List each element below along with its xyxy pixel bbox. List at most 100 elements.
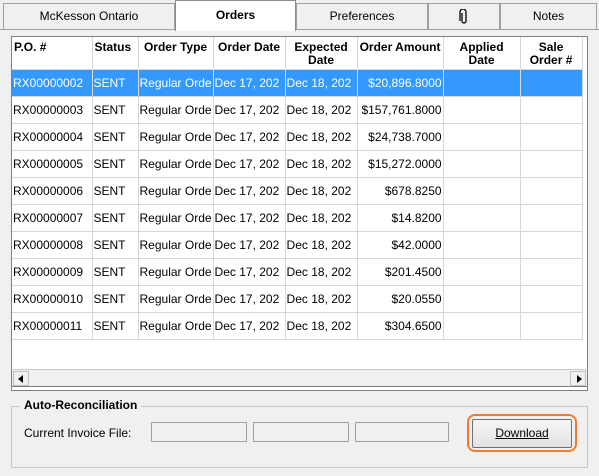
- cell-order-amount: $24,738.7000: [357, 123, 444, 151]
- col-header-expected-date[interactable]: Expected Date: [285, 37, 358, 70]
- cell-applied-date: [443, 285, 521, 313]
- cell-status: SENT: [92, 177, 139, 205]
- cell-sale-order: [520, 177, 583, 205]
- cell-expected-date: Dec 18, 202: [285, 312, 358, 340]
- cell-order-date: Dec 17, 202: [213, 123, 286, 151]
- cell-expected-date: Dec 18, 202: [285, 96, 358, 124]
- col-header-order-amount[interactable]: Order Amount: [357, 37, 444, 70]
- cell-expected-date: Dec 18, 202: [285, 69, 358, 97]
- cell-order-date: Dec 17, 202: [213, 204, 286, 232]
- current-invoice-label: Current Invoice File:: [24, 426, 132, 440]
- cell-order-type: Regular Orde: [138, 123, 214, 151]
- cell-applied-date: [443, 258, 521, 286]
- cell-applied-date: [443, 150, 521, 178]
- cell-order-amount: $304.6500: [357, 312, 444, 340]
- cell-sale-order: [520, 150, 583, 178]
- cell-status: SENT: [92, 258, 139, 286]
- cell-po: RX00000008: [12, 231, 93, 259]
- tab-mckesson-ontario[interactable]: McKesson Ontario: [3, 3, 175, 29]
- table-row[interactable]: RX00000007 SENT Regular Orde Dec 17, 202 Dec…: [12, 204, 583, 232]
- cell-expected-date: Dec 18, 202: [285, 285, 358, 313]
- cell-expected-date: Dec 18, 202: [285, 123, 358, 151]
- tab-preferences[interactable]: Preferences: [296, 3, 428, 29]
- cell-order-type: Regular Orde: [138, 285, 214, 313]
- cell-order-type: Regular Orde: [138, 96, 214, 124]
- tab-divider: [0, 29, 599, 30]
- cell-order-amount: $42.0000: [357, 231, 444, 259]
- col-header-status[interactable]: Status: [92, 37, 139, 70]
- cell-applied-date: [443, 69, 521, 97]
- tab-notes[interactable]: Notes: [500, 3, 597, 29]
- col-header-order-type[interactable]: Order Type: [138, 37, 214, 70]
- cell-expected-date: Dec 18, 202: [285, 150, 358, 178]
- tab-attachments[interactable]: [428, 3, 500, 29]
- table-row[interactable]: RX00000008 SENT Regular Orde Dec 17, 202 Dec…: [12, 231, 583, 259]
- download-button[interactable]: Download: [472, 419, 572, 448]
- cell-applied-date: [443, 204, 521, 232]
- cell-status: SENT: [92, 69, 139, 97]
- cell-order-date: Dec 17, 202: [213, 96, 286, 124]
- cell-expected-date: Dec 18, 202: [285, 258, 358, 286]
- auto-reconciliation-title: Auto-Reconciliation: [20, 397, 142, 413]
- cell-applied-date: [443, 96, 521, 124]
- cell-applied-date: [443, 177, 521, 205]
- cell-sale-order: [520, 69, 583, 97]
- table-row[interactable]: RX00000011 SENT Regular Orde Dec 17, 202 Dec…: [12, 312, 583, 340]
- table-row[interactable]: RX00000009 SENT Regular Orde Dec 17, 202 Dec…: [12, 258, 583, 286]
- table-row[interactable]: RX00000005 SENT Regular Orde Dec 17, 202 Dec…: [12, 150, 583, 178]
- orders-grid[interactable]: P.O. # Status Order Type Order Date Expe…: [11, 36, 588, 391]
- table-row[interactable]: RX00000003 SENT Regular Orde Dec 17, 202 Dec…: [12, 96, 583, 124]
- cell-expected-date: Dec 18, 202: [285, 204, 358, 232]
- cell-po: RX00000011: [12, 312, 93, 340]
- horizontal-scrollbar[interactable]: [11, 369, 588, 387]
- cell-po: RX00000009: [12, 258, 93, 286]
- arrow-right-icon: [577, 375, 582, 383]
- paperclip-icon: [459, 8, 469, 24]
- cell-applied-date: [443, 312, 521, 340]
- table-row[interactable]: RX00000002 SENT Regular Orde Dec 17, 202 Dec…: [12, 69, 583, 97]
- cell-order-date: Dec 17, 202: [213, 69, 286, 97]
- cell-status: SENT: [92, 150, 139, 178]
- cell-applied-date: [443, 123, 521, 151]
- cell-sale-order: [520, 96, 583, 124]
- cell-order-date: Dec 17, 202: [213, 312, 286, 340]
- cell-order-amount: $15,272.0000: [357, 150, 444, 178]
- cell-po: RX00000005: [12, 150, 93, 178]
- cell-order-type: Regular Orde: [138, 231, 214, 259]
- cell-sale-order: [520, 312, 583, 340]
- cell-sale-order: [520, 204, 583, 232]
- cell-status: SENT: [92, 204, 139, 232]
- orders-table: P.O. # Status Order Type Order Date Expe…: [12, 37, 583, 340]
- cell-order-date: Dec 17, 202: [213, 231, 286, 259]
- cell-order-type: Regular Orde: [138, 204, 214, 232]
- cell-status: SENT: [92, 123, 139, 151]
- cell-order-type: Regular Orde: [138, 177, 214, 205]
- col-header-sale-order[interactable]: Sale Order #: [520, 37, 583, 70]
- cell-po: RX00000006: [12, 177, 93, 205]
- cell-order-type: Regular Orde: [138, 312, 214, 340]
- cell-sale-order: [520, 258, 583, 286]
- grid-header-row: P.O. # Status Order Type Order Date Expe…: [12, 37, 583, 70]
- table-row[interactable]: RX00000004 SENT Regular Orde Dec 17, 202 Dec…: [12, 123, 583, 151]
- cell-applied-date: [443, 231, 521, 259]
- cell-order-date: Dec 17, 202: [213, 150, 286, 178]
- cell-sale-order: [520, 231, 583, 259]
- col-header-po[interactable]: P.O. #: [12, 37, 93, 70]
- table-row[interactable]: RX00000010 SENT Regular Orde Dec 17, 202 Dec…: [12, 285, 583, 313]
- table-row[interactable]: RX00000006 SENT Regular Orde Dec 17, 202 Dec…: [12, 177, 583, 205]
- cell-order-date: Dec 17, 202: [213, 258, 286, 286]
- cell-order-date: Dec 17, 202: [213, 177, 286, 205]
- invoice-field-2: [253, 422, 349, 442]
- scroll-right-button[interactable]: [570, 371, 586, 386]
- tab-orders[interactable]: Orders: [175, 0, 296, 31]
- cell-order-amount: $678.8250: [357, 177, 444, 205]
- cell-sale-order: [520, 123, 583, 151]
- col-header-applied-date[interactable]: Applied Date: [443, 37, 521, 70]
- cell-status: SENT: [92, 285, 139, 313]
- cell-order-type: Regular Orde: [138, 258, 214, 286]
- cell-po: RX00000010: [12, 285, 93, 313]
- col-header-order-date[interactable]: Order Date: [213, 37, 286, 70]
- cell-order-type: Regular Orde: [138, 69, 214, 97]
- cell-order-amount: $157,761.8000: [357, 96, 444, 124]
- scroll-left-button[interactable]: [13, 371, 29, 386]
